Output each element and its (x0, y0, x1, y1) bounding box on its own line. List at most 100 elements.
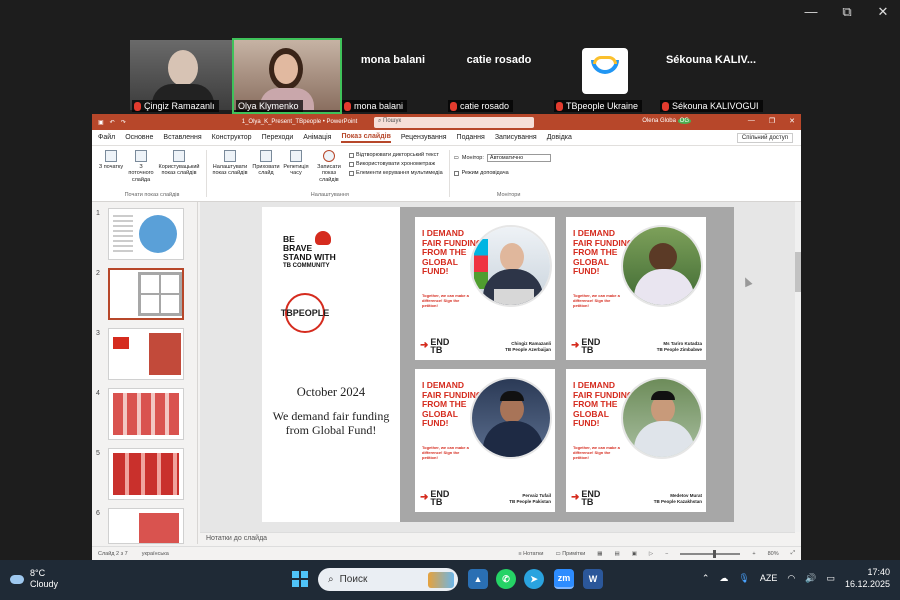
campaign-card: I DEMAND FAIR FUNDING FROM THE GLOBAL FU… (566, 217, 706, 360)
person-org: TB People Azerbaijan (505, 347, 551, 352)
shared-powerpoint-window: ▣ ↶ ↷ 1_Olya_K_Present_TBpeople • PowerP… (92, 114, 801, 560)
person-org: TB People Kazakhstan (653, 499, 702, 504)
tab-view[interactable]: Подання (457, 134, 485, 141)
participant-tile[interactable]: catie rosado catie rosado (446, 40, 552, 112)
share-button[interactable]: Спільний доступ (736, 133, 793, 143)
tab-file[interactable]: Файл (98, 134, 115, 141)
participant-tile-active-speaker[interactable]: Olya Klymenko (232, 38, 342, 114)
weather-widget[interactable]: 8°C Cloudy (10, 568, 58, 590)
presenter-view-checkbox[interactable]: Режим доповідача (453, 170, 551, 176)
participant-tile[interactable]: Çingiz Ramazanlı (130, 40, 236, 112)
whatsapp-icon[interactable]: ✆ (496, 569, 516, 589)
battery-icon[interactable]: ▭ (826, 573, 835, 584)
save-icon[interactable]: ▣ (98, 119, 104, 126)
language-indicator[interactable]: українська (142, 551, 169, 557)
chevron-up-icon[interactable]: ⌃ (702, 573, 710, 584)
media-controls-checkbox[interactable]: Елементи керування мультимедіа (349, 170, 443, 176)
zoom-slider[interactable] (680, 549, 741, 558)
rehearse-timings-button[interactable]: Репетиція часу (283, 150, 309, 197)
button-label: З поточного слайда (128, 164, 154, 183)
taskbar-search[interactable]: ⌕ Поиск (318, 568, 458, 591)
participant-tile[interactable]: mona balani mona balani (340, 40, 446, 112)
tab-recording[interactable]: Записування (495, 134, 537, 141)
zoom-app-icon[interactable]: zm (554, 569, 574, 589)
ppt-minimize-button[interactable]: — (748, 117, 755, 125)
end-tb-logo: ➜ END TB (571, 490, 600, 507)
mic-icon[interactable]: 🎙 (738, 573, 749, 584)
tab-insert[interactable]: Вставлення (163, 134, 201, 141)
start-button[interactable] (292, 571, 308, 587)
comments-button[interactable]: ▭ Примітки (555, 551, 585, 557)
telegram-icon[interactable]: ➤ (524, 569, 544, 589)
hide-slide-button[interactable]: Приховати слайд (252, 150, 280, 197)
setup-show-button[interactable]: Налаштувати показ слайдів (211, 150, 249, 197)
notes-button[interactable]: ≡ Нотатки (518, 551, 543, 557)
tab-review[interactable]: Рецензування (401, 134, 447, 141)
participant-name: Çingiz Ramazanlı (144, 101, 215, 111)
slide-editor[interactable]: BE BRAVE STAND WITH TB COMMUNITY TBPEOPL… (200, 202, 795, 532)
slide-thumbnail-selected[interactable] (108, 268, 184, 320)
word-app-icon[interactable]: W (583, 569, 603, 589)
participant-name: TBpeople Ukraine (566, 101, 639, 111)
participant-tile[interactable]: TBpeople Ukraine (552, 40, 658, 112)
tb-text: TB (581, 345, 594, 355)
ppt-search-input[interactable]: ⌕ Пошук (374, 117, 534, 128)
slide-thumbnail[interactable] (108, 328, 184, 380)
file-explorer-icon[interactable]: ▲ (468, 569, 488, 589)
from-current-button[interactable]: З поточного слайда (128, 150, 154, 197)
notes-pane[interactable]: Нотатки до слайда (200, 532, 795, 544)
undo-icon[interactable]: ↶ (110, 119, 115, 126)
search-placeholder: Пошук (383, 118, 402, 124)
slide-thumbnail[interactable] (108, 448, 184, 500)
custom-show-button[interactable]: Користувацький показ слайдів (158, 150, 200, 197)
end-tb-logo: ➜ END TB (571, 338, 600, 355)
clock[interactable]: 17:40 16.12.2025 (845, 566, 890, 590)
tab-help[interactable]: Довідка (547, 134, 572, 141)
editor-scrollbar[interactable] (795, 202, 801, 532)
ppt-restore-button[interactable]: ❐ (769, 117, 775, 125)
scroll-thumb[interactable] (795, 252, 801, 292)
ppt-close-button[interactable]: ✕ (789, 117, 795, 125)
participant-tile[interactable]: Sékouna KALIV... Sékouna KALIVOGUI (658, 40, 764, 112)
sorter-view-icon[interactable]: ▤ (615, 551, 620, 557)
cloud-icon (10, 574, 24, 584)
slide-thumbnail[interactable] (108, 388, 184, 440)
slide-thumbnail[interactable] (108, 208, 184, 260)
button-label: Приховати слайд (252, 164, 280, 177)
fit-slide-icon[interactable]: ⤢ (791, 550, 795, 557)
user-name[interactable]: Olena Globa OG (642, 118, 691, 124)
onedrive-icon[interactable]: ☁ (719, 573, 728, 584)
zoom-in-icon[interactable]: + (752, 551, 755, 557)
normal-view-icon[interactable]: ▦ (597, 551, 602, 557)
reading-view-icon[interactable]: ▣ (632, 551, 637, 557)
zoom-out-icon[interactable]: − (665, 551, 668, 557)
thumb-text (113, 215, 133, 255)
zoom-level[interactable]: 80% (768, 551, 779, 557)
tab-animations[interactable]: Анімація (303, 134, 331, 141)
keyboard-language[interactable]: AZE (760, 573, 778, 583)
card-tagline: Together, we can make a difference! Sign… (573, 293, 620, 308)
slideshow-view-icon[interactable]: ▷ (649, 551, 653, 557)
maximize-button[interactable]: ⧉ (840, 4, 854, 20)
tab-home[interactable]: Основне (125, 134, 153, 141)
tab-transitions[interactable]: Переходи (262, 134, 294, 141)
minimize-button[interactable]: — (804, 4, 818, 20)
ribbon-tabs: Файл Основне Вставлення Конструктор Пере… (92, 130, 801, 146)
record-show-button[interactable]: Записати показ слайдів (313, 150, 345, 197)
participant-name: Sékouna KALIVOGUI (672, 101, 759, 111)
timings-checkbox[interactable]: Використовувати хронометраж (349, 161, 443, 167)
card-person: Medetov Murat TB People Kazakhstan (654, 493, 702, 505)
button-label: Користувацький показ слайдів (158, 164, 200, 177)
close-button[interactable]: ✕ (876, 4, 890, 20)
volume-icon[interactable]: 🔊 (805, 573, 816, 584)
slide-thumbnail[interactable] (108, 508, 184, 544)
narrations-checkbox[interactable]: Відтворювати дикторський текст (349, 152, 443, 158)
from-beginning-button[interactable]: З початку (98, 150, 124, 197)
monitor-select[interactable]: Автоматично (486, 154, 551, 162)
globe-image (139, 215, 177, 253)
redo-icon[interactable]: ↷ (121, 119, 126, 126)
tab-slideshow[interactable]: Показ слайдів (341, 133, 391, 143)
tab-design[interactable]: Конструктор (212, 134, 252, 141)
podium (494, 289, 534, 305)
wifi-icon[interactable]: ◠ (787, 573, 795, 584)
